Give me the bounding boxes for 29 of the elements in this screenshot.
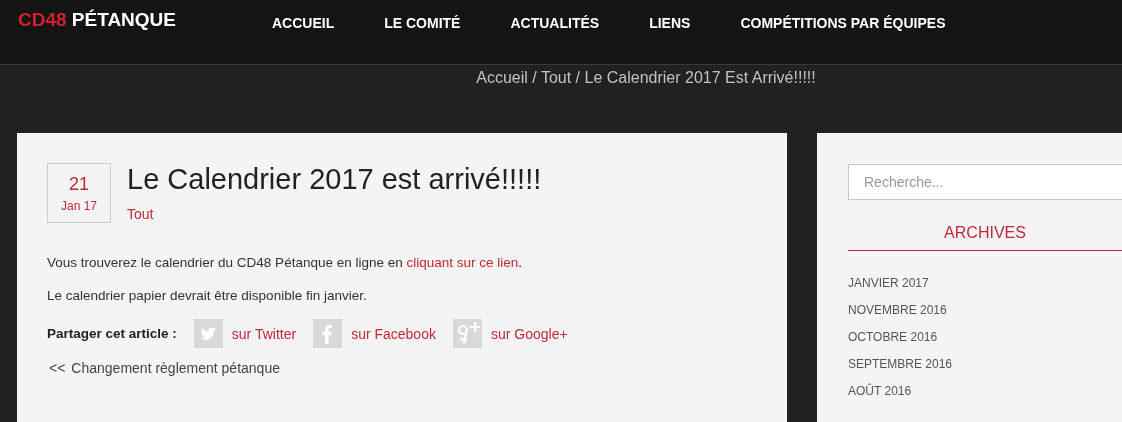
nav-link[interactable]: LIENS xyxy=(649,13,691,33)
archive-link[interactable]: JANVIER 2017 xyxy=(848,276,929,290)
previous-arrow: << xyxy=(49,360,66,376)
archive-link[interactable]: AOÛT 2016 xyxy=(848,384,912,398)
nav-link[interactable]: ACTUALITÉS xyxy=(510,13,600,33)
date-month: Jan 17 xyxy=(61,198,97,213)
twitter-bird-icon[interactable] xyxy=(193,319,223,348)
post-paragraph: Vous trouverez le calendrier du CD48 Pétanque en ligne en cliquant sur ce lien. xyxy=(47,255,524,270)
nav-link[interactable]: COMPÉTITIONS PAR ÉQUIPES xyxy=(740,13,946,33)
nav-link[interactable]: ACCUEIL xyxy=(272,13,335,33)
archive-link[interactable]: NOVEMBRE 2016 xyxy=(848,303,947,317)
share-link[interactable]: sur Google+ xyxy=(490,325,568,342)
archives-heading: ARCHIVES xyxy=(944,224,1026,242)
search-field[interactable]: Recherche... xyxy=(848,164,1122,200)
post-title: Le Calendrier 2017 est arrivé!!!!! xyxy=(127,163,542,196)
breadcrumb: Accueil / Tout / Le Calendrier 2017 Est Arrivé!!!!! xyxy=(476,69,816,86)
share-link[interactable]: sur Twitter xyxy=(231,325,297,342)
google-plus-icon[interactable] xyxy=(452,319,482,348)
category-link[interactable]: Tout xyxy=(127,206,154,222)
share-link[interactable]: sur Facebook xyxy=(351,325,436,342)
archive-link[interactable]: SEPTEMBRE 2016 xyxy=(848,357,953,371)
nav-link[interactable]: LE COMITÉ xyxy=(384,13,461,33)
archive-link[interactable]: OCTOBRE 2016 xyxy=(848,330,938,344)
date-day: 21 xyxy=(69,173,89,195)
facebook-icon[interactable] xyxy=(313,319,343,348)
previous-post-link[interactable]: Changement règlement pétanque xyxy=(71,360,280,376)
site-logo[interactable]: CD48 PÉTANQUE xyxy=(18,9,272,31)
share-label: Partager cet article : xyxy=(47,326,177,341)
post-paragraph: Le calendrier papier devrait être disponible fin janvier. xyxy=(47,288,368,303)
